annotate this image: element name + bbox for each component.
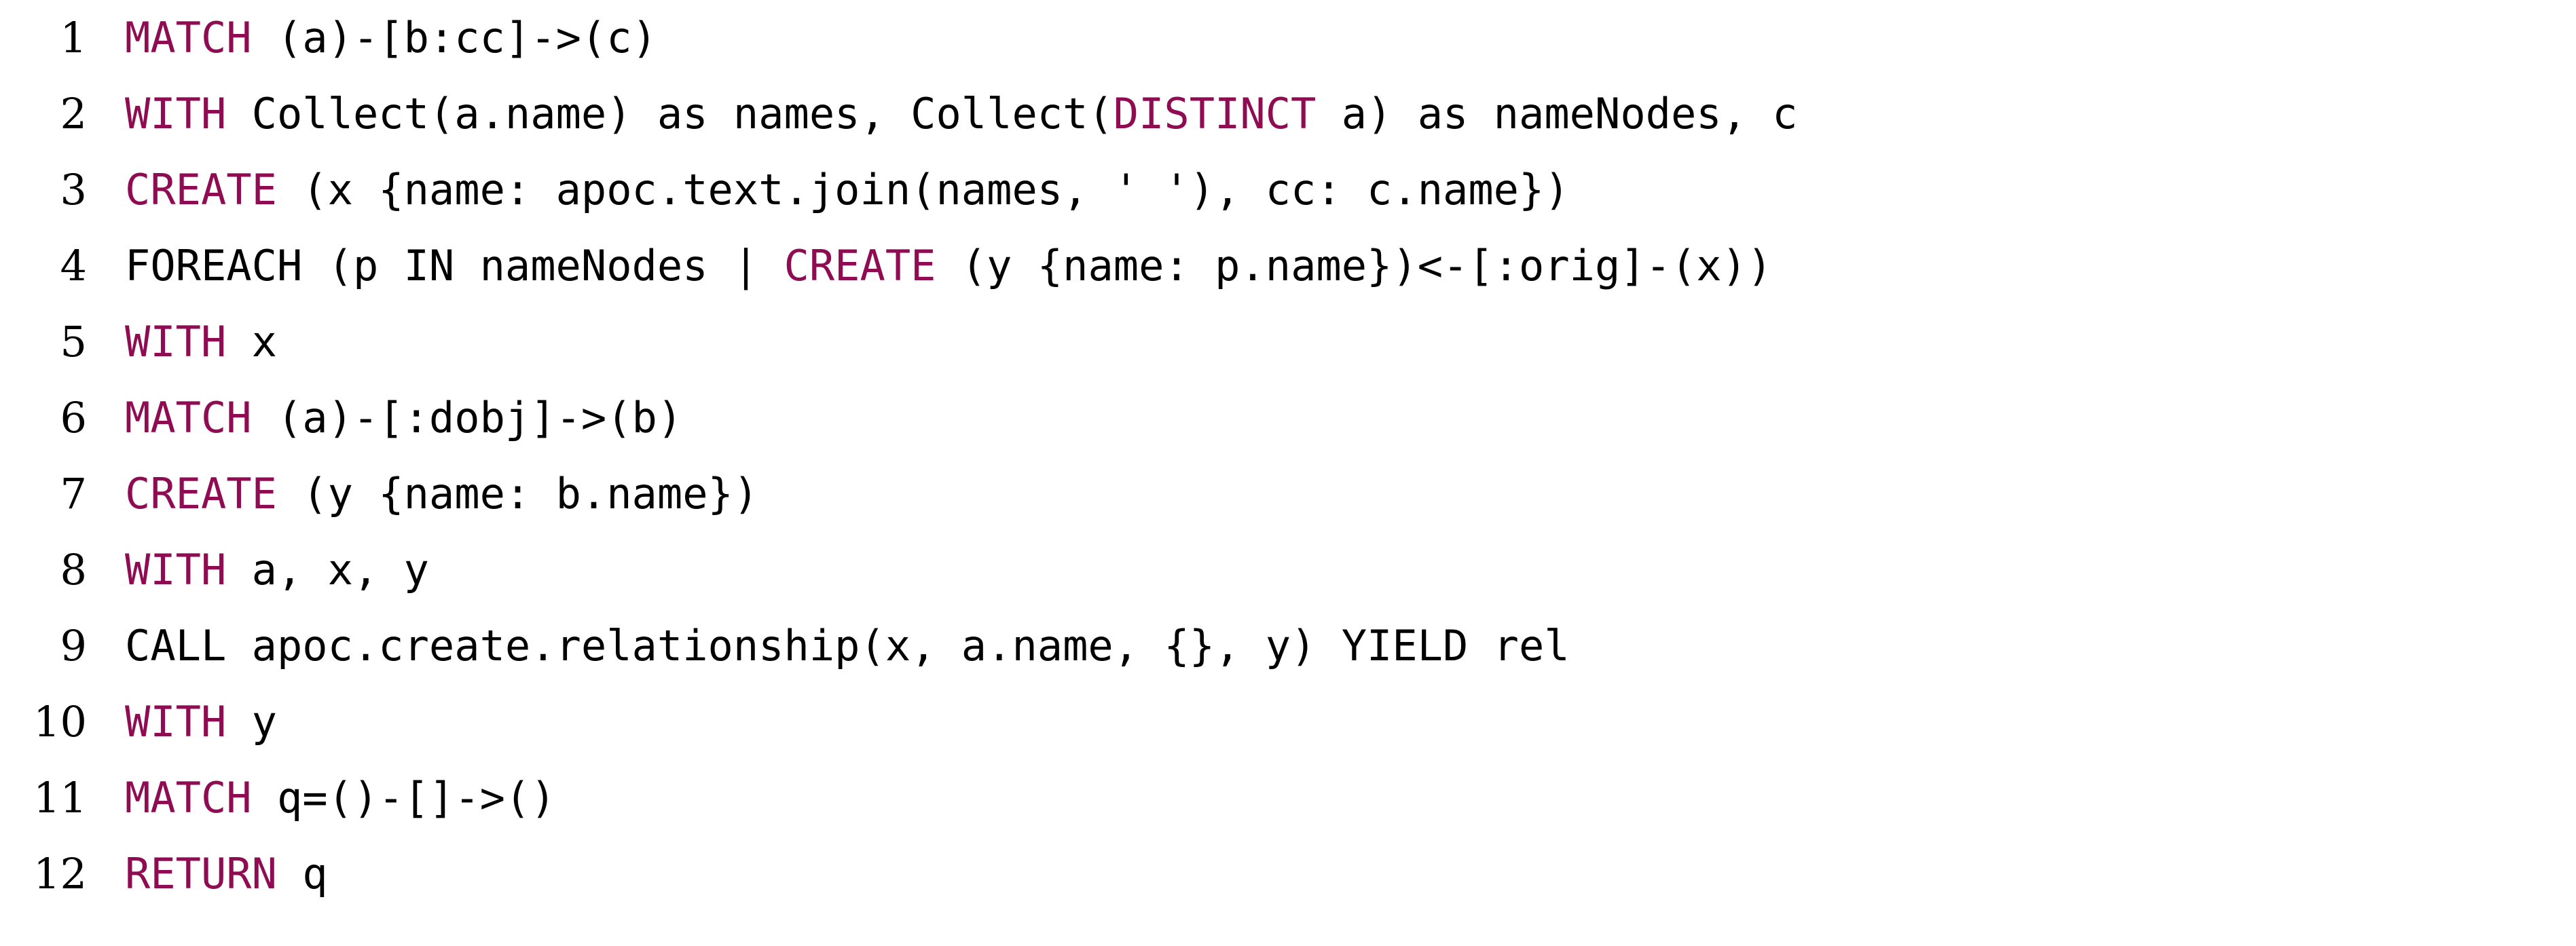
line-number: 9 — [60, 621, 87, 670]
code-text: (x {name: apoc.text.join(names, ' '), cc… — [276, 165, 1570, 214]
line-code: CREATE (x {name: apoc.text.join(names, '… — [87, 152, 2576, 228]
line-code: RETURN q — [87, 836, 2576, 912]
code-text: (y {name: p.name})<-[:orig]-(x)) — [936, 241, 1773, 290]
code-text: FOREACH (p IN nameNodes | — [125, 241, 784, 290]
line-code: CALL apoc.create.relationship(x, a.name,… — [87, 608, 2576, 684]
line-code: MATCH q=()-[]->() — [87, 760, 2576, 836]
line-number: 6 — [60, 393, 87, 442]
code-line: 6 MATCH (a)-[:dobj]->(b) — [0, 380, 2576, 456]
line-code: WITH y — [87, 684, 2576, 760]
code-line: 12 RETURN q — [0, 836, 2576, 912]
code-line: 2 WITH Collect(a.name) as names, Collect(… — [0, 76, 2576, 152]
code-line: 10 WITH y — [0, 684, 2576, 760]
cypher-keyword: CREATE — [125, 469, 277, 518]
cypher-keyword: MATCH — [125, 13, 252, 62]
code-line: 4 FOREACH (p IN nameNodes | CREATE (y {na… — [0, 228, 2576, 304]
line-number: 11 — [33, 773, 87, 822]
line-number: 10 — [33, 697, 87, 746]
line-code: MATCH (a)-[:dobj]->(b) — [87, 380, 2576, 456]
code-text: (a)-[:dobj]->(b) — [251, 393, 683, 442]
cypher-keyword: MATCH — [125, 773, 252, 822]
code-line: 11 MATCH q=()-[]->() — [0, 760, 2576, 836]
code-line: 7 CREATE (y {name: b.name}) — [0, 456, 2576, 532]
code-text: (a)-[b:cc]->(c) — [251, 13, 657, 62]
cypher-keyword: DISTINCT — [1113, 89, 1317, 138]
line-number: 1 — [60, 13, 87, 62]
cypher-keyword: WITH — [125, 697, 227, 746]
cypher-keyword: CREATE — [784, 241, 936, 290]
line-code: WITH a, x, y — [87, 532, 2576, 608]
code-text: x — [226, 317, 277, 366]
line-code: CREATE (y {name: b.name}) — [87, 456, 2576, 532]
cypher-keyword: WITH — [125, 545, 227, 594]
line-number: 12 — [33, 849, 87, 898]
code-line: 8 WITH a, x, y — [0, 532, 2576, 608]
code-text: q — [276, 849, 328, 898]
line-code: MATCH (a)-[b:cc]->(c) — [87, 0, 2576, 76]
code-text: Collect(a.name) as names, Collect( — [226, 89, 1114, 138]
code-line: 9 CALL apoc.create.relationship(x, a.name… — [0, 608, 2576, 684]
code-text: a) as nameNodes, c — [1316, 89, 1798, 138]
code-line: 1 MATCH (a)-[b:cc]->(c) — [0, 0, 2576, 76]
cypher-keyword: MATCH — [125, 393, 252, 442]
line-code: FOREACH (p IN nameNodes | CREATE (y {nam… — [87, 228, 2576, 304]
code-text: a, x, y — [226, 545, 429, 594]
line-number: 8 — [60, 545, 87, 594]
cypher-keyword: WITH — [125, 317, 227, 366]
line-number: 4 — [60, 241, 87, 290]
code-text: q=()-[]->() — [251, 773, 556, 822]
code-listing: 1 MATCH (a)-[b:cc]->(c) 2 WITH Collect(a.na… — [0, 0, 2576, 946]
code-line: 3 CREATE (x {name: apoc.text.join(names, … — [0, 152, 2576, 228]
cypher-keyword: WITH — [125, 89, 227, 138]
cypher-keyword: RETURN — [125, 849, 277, 898]
line-number: 5 — [60, 317, 87, 366]
code-text: CALL apoc.create.relationship(x, a.name,… — [125, 621, 1570, 670]
line-number: 3 — [60, 165, 87, 214]
line-code: WITH Collect(a.name) as names, Collect(D… — [87, 76, 2576, 152]
code-line: 5 WITH x — [0, 304, 2576, 380]
code-text: y — [226, 697, 277, 746]
line-number: 7 — [60, 469, 87, 518]
code-text: (y {name: b.name}) — [276, 469, 759, 518]
cypher-keyword: CREATE — [125, 165, 277, 214]
line-code: WITH x — [87, 304, 2576, 380]
line-number: 2 — [60, 89, 87, 138]
